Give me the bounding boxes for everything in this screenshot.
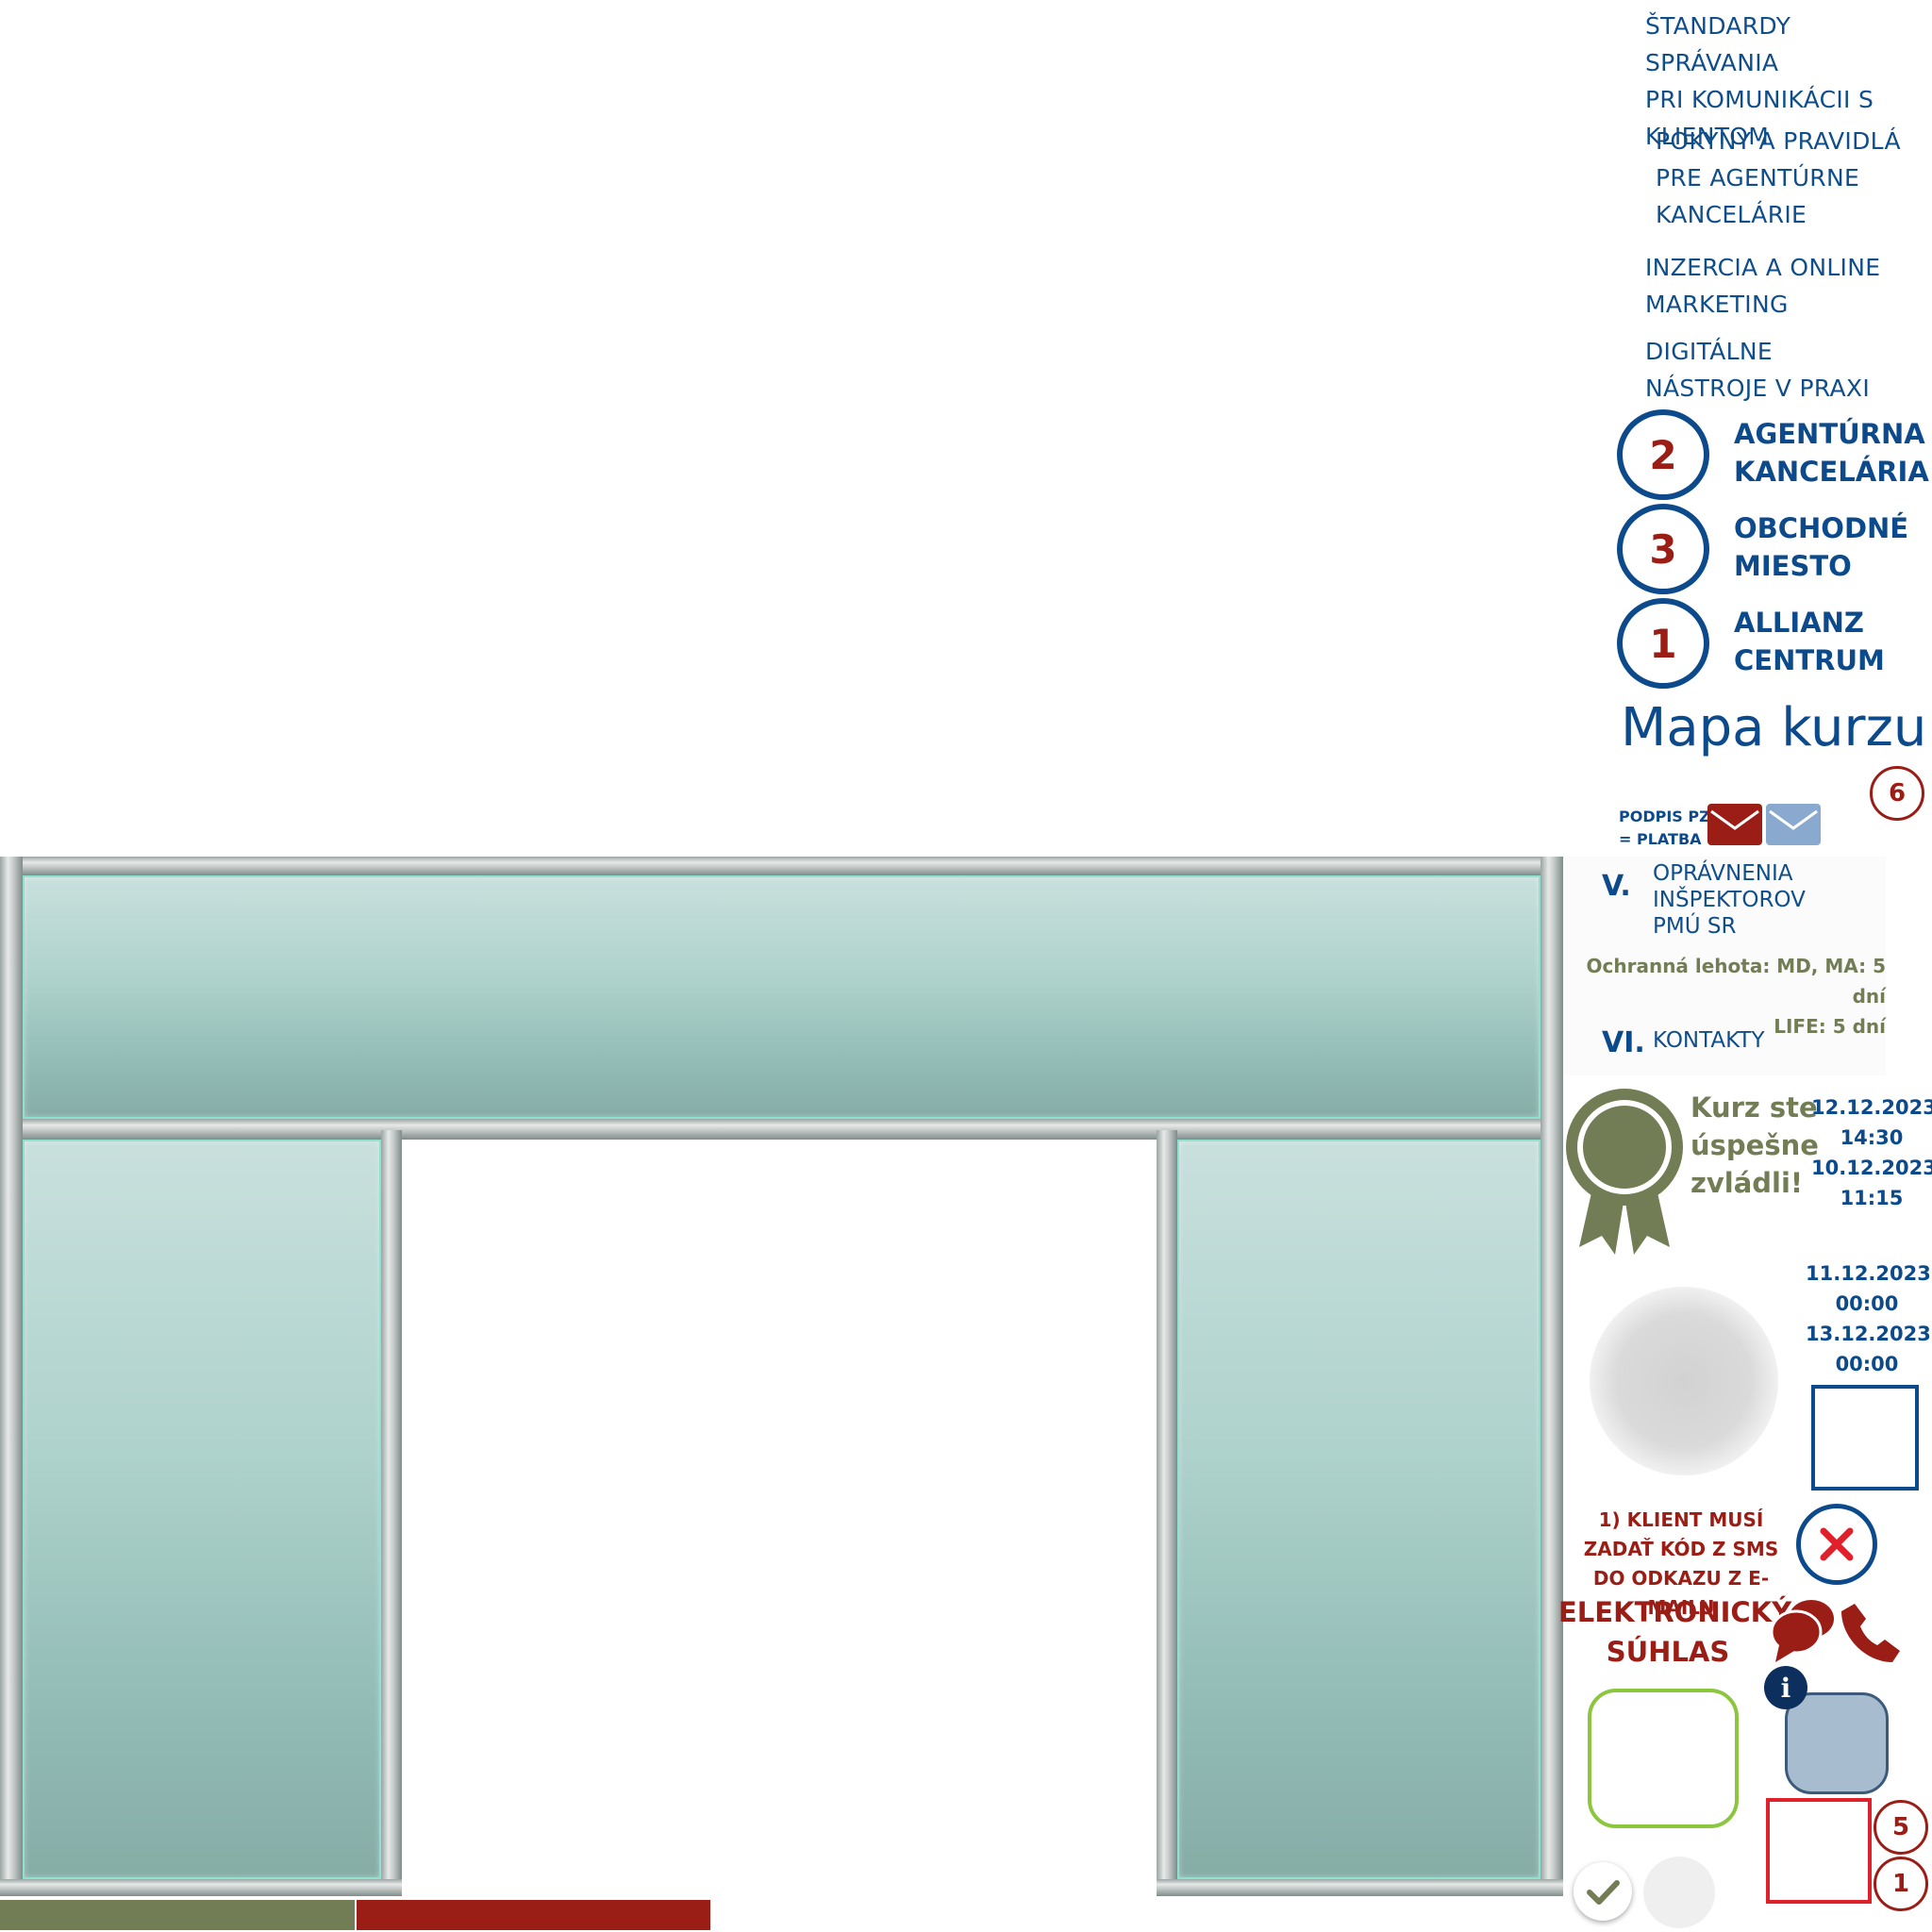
- award-ribbon-shape: [1566, 1089, 1683, 1255]
- award-ribbon-icon: [1564, 1085, 1685, 1255]
- info-icon[interactable]: i: [1764, 1666, 1807, 1709]
- progress-bar-red: [357, 1900, 710, 1930]
- option-label: AGENTÚRNA KANCELÁRIA: [1734, 415, 1929, 491]
- envelope-icon-shape: [1769, 809, 1818, 830]
- check-shape: [1587, 1880, 1620, 1905]
- menu-item-inzercia[interactable]: INZERCIA A ONLINE MARKETING: [1645, 249, 1928, 323]
- time-value: 14:30: [1840, 1126, 1904, 1149]
- menu-line: PRE AGENTÚRNE: [1656, 164, 1860, 192]
- menu-line: ŠTANDARDY SPRÁVANIA: [1645, 12, 1791, 76]
- date-value: 12.12.2023: [1811, 1096, 1932, 1119]
- envelope-icon[interactable]: [1766, 804, 1821, 845]
- option-label-line: ALLIANZ: [1734, 607, 1864, 639]
- red-outline-box[interactable]: [1766, 1798, 1872, 1904]
- option-label-line: AGENTÚRNA: [1734, 418, 1925, 450]
- course-option-agenturna[interactable]: 2 AGENTÚRNA KANCELÁRIA: [1617, 409, 1929, 500]
- badge-number-1[interactable]: 1: [1874, 1857, 1928, 1911]
- phone-icon[interactable]: [1838, 1598, 1904, 1664]
- menu-line: INZERCIA A ONLINE: [1645, 254, 1881, 281]
- protection-line: Ochranná lehota: MD, MA: 5 dní: [1586, 955, 1887, 1008]
- podpis-label: PODPIS PZ = PLATBA: [1619, 806, 1710, 851]
- option-label-line: MIESTO: [1734, 550, 1852, 582]
- frame-middle-rail: [0, 1119, 1563, 1140]
- glass-frame: [0, 857, 1563, 1896]
- badge-number-6[interactable]: 6: [1870, 766, 1924, 821]
- date-value: 13.12.2023: [1806, 1323, 1931, 1345]
- section-link-kontakty[interactable]: KONTAKTY: [1653, 1028, 1765, 1053]
- chat-bubbles-icon[interactable]: [1770, 1596, 1838, 1664]
- date-group-1: 12.12.2023 14:30 10.12.2023 11:15: [1811, 1092, 1932, 1213]
- section-numeral-vi: VI.: [1602, 1026, 1645, 1059]
- close-icon-shape: [1820, 1527, 1854, 1561]
- option-label-line: KANCELÁRIA: [1734, 456, 1929, 488]
- time-value: 11:15: [1840, 1187, 1904, 1209]
- option-number-circle: 2: [1617, 409, 1709, 500]
- badge-number-5[interactable]: 5: [1874, 1800, 1928, 1855]
- consent-title: ELEKTRONICKÝ SÚHLAS: [1558, 1592, 1792, 1672]
- success-line: zvládli!: [1690, 1167, 1804, 1199]
- course-option-allianz[interactable]: 1 ALLIANZ CENTRUM: [1617, 598, 1928, 689]
- consent-line: ZADAŤ KÓD Z SMS: [1583, 1538, 1779, 1560]
- podpis-line: = PLATBA: [1619, 830, 1702, 848]
- podpis-line: PODPIS PZ: [1619, 808, 1710, 825]
- envelope-icon[interactable]: [1707, 804, 1762, 845]
- envelope-icon-shape: [1710, 809, 1759, 830]
- menu-line: DIGITÁLNE: [1645, 338, 1773, 365]
- progress-bar-olive: [0, 1900, 355, 1930]
- light-blue-button[interactable]: [1785, 1692, 1889, 1794]
- chat-bubbles-shape: [1770, 1600, 1834, 1662]
- green-outline-button[interactable]: [1588, 1689, 1739, 1828]
- blurred-avatar-placeholder: [1590, 1287, 1778, 1475]
- menu-line: NÁSTROJE V PRAXI: [1645, 375, 1870, 402]
- check-icon[interactable]: [1574, 1862, 1632, 1921]
- success-line: Kurz ste: [1690, 1091, 1818, 1124]
- option-label: ALLIANZ CENTRUM: [1734, 604, 1885, 679]
- section-link-line: INŠPEKTOROV: [1653, 888, 1806, 912]
- menu-line: PRI KOMUNIKÁCII S: [1645, 86, 1874, 113]
- frame-left-post: [0, 857, 23, 1896]
- option-number-circle: 3: [1617, 504, 1709, 594]
- date-value: 11.12.2023: [1806, 1262, 1931, 1285]
- menu-item-digitalne[interactable]: DIGITÁLNE NÁSTROJE V PRAXI: [1645, 333, 1928, 407]
- section-link-opravnenia[interactable]: OPRÁVNENIA INŠPEKTOROV PMÚ SR: [1653, 860, 1806, 940]
- menu-line: KANCELÁRIE: [1656, 201, 1807, 228]
- menu-item-pokyny[interactable]: POKYNY A PRAVIDLÁ PRE AGENTÚRNE KANCELÁR…: [1656, 123, 1929, 233]
- consent-line: 1) KLIENT MUSÍ: [1598, 1508, 1764, 1531]
- glass-panel-left: [23, 1140, 381, 1879]
- frame-top-rail: [0, 857, 1563, 875]
- phone-shape: [1841, 1604, 1900, 1662]
- date-group-2: 11.12.2023 00:00 13.12.2023 00:00: [1806, 1258, 1931, 1379]
- success-message: Kurz ste úspešne zvládli!: [1690, 1089, 1819, 1202]
- grey-circle-button[interactable]: [1643, 1857, 1715, 1928]
- close-icon[interactable]: [1796, 1504, 1877, 1585]
- date-value: 10.12.2023: [1811, 1157, 1932, 1179]
- glass-panel-right: [1177, 1140, 1541, 1879]
- frame-bottom-right: [1157, 1879, 1563, 1896]
- option-label-line: CENTRUM: [1734, 644, 1885, 676]
- consent-title-line: ELEKTRONICKÝ: [1558, 1596, 1792, 1628]
- frame-bottom-left: [0, 1879, 402, 1896]
- frame-right-inner-post: [1157, 1130, 1177, 1896]
- frame-left-inner-post: [381, 1130, 402, 1896]
- frame-right-post: [1541, 857, 1563, 1896]
- menu-line: POKYNY A PRAVIDLÁ: [1656, 127, 1901, 155]
- consent-title-line: SÚHLAS: [1606, 1636, 1730, 1668]
- success-line: úspešne: [1690, 1129, 1819, 1161]
- option-label-line: OBCHODNÉ: [1734, 512, 1909, 544]
- menu-line: MARKETING: [1645, 291, 1789, 318]
- section-link-line: OPRÁVNENIA: [1653, 861, 1793, 886]
- glass-panel-top: [23, 875, 1541, 1119]
- map-title: Mapa kurzu: [1621, 697, 1927, 758]
- time-value: 00:00: [1835, 1292, 1899, 1315]
- option-number-circle: 1: [1617, 598, 1709, 689]
- blue-outline-box[interactable]: [1811, 1385, 1919, 1491]
- course-option-obchodne[interactable]: 3 OBCHODNÉ MIESTO: [1617, 504, 1928, 594]
- time-value: 00:00: [1835, 1353, 1899, 1375]
- section-numeral-v: V.: [1602, 870, 1631, 903]
- section-link-line: PMÚ SR: [1653, 914, 1737, 939]
- option-label: OBCHODNÉ MIESTO: [1734, 509, 1908, 585]
